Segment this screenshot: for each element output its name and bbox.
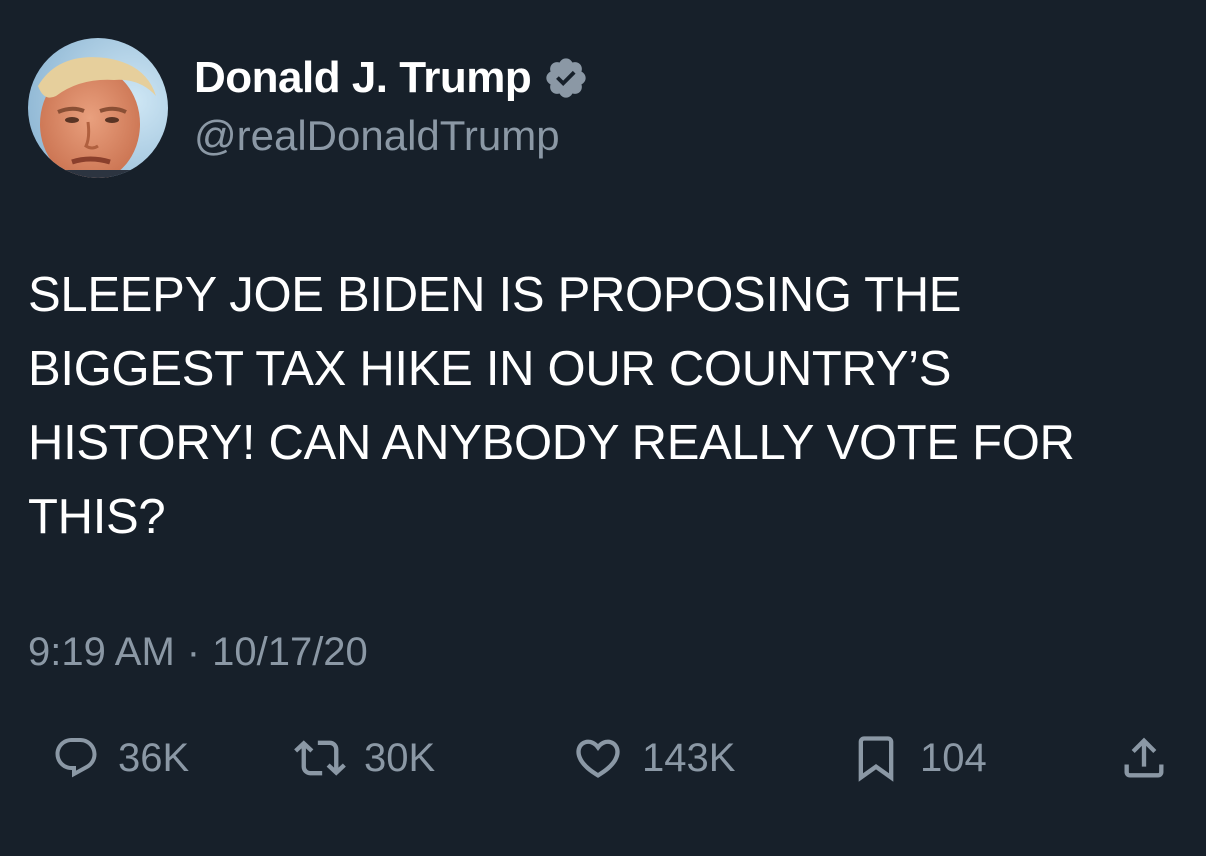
- tweet-timestamp[interactable]: 9:19 AM · 10/17/20: [28, 630, 368, 675]
- tweet-text: SLEEPY JOE BIDEN IS PROPOSING THE BIGGES…: [28, 268, 1075, 544]
- tweet-action-bar: 36K 30K 143K 104: [0, 720, 1206, 796]
- retweet-button[interactable]: 30K: [294, 720, 435, 796]
- retweet-count: 30K: [364, 735, 436, 780]
- display-name[interactable]: Donald J. Trump: [194, 53, 532, 103]
- share-icon: [1118, 732, 1170, 784]
- author-row: Donald J. Trump: [194, 50, 589, 106]
- share-button[interactable]: [1118, 720, 1170, 796]
- meta-separator: ·: [186, 630, 201, 674]
- reply-count: 36K: [118, 735, 190, 780]
- like-button[interactable]: 143K: [572, 720, 735, 796]
- tweet-card: Donald J. Trump @realDonaldTrump SLEEPY …: [0, 0, 1206, 856]
- avatar[interactable]: [28, 38, 168, 178]
- bookmark-button[interactable]: 104: [850, 720, 987, 796]
- user-handle[interactable]: @realDonaldTrump: [194, 112, 560, 160]
- like-count: 143K: [642, 735, 736, 780]
- reply-button[interactable]: 36K: [52, 720, 189, 796]
- tweet-time: 9:19 AM: [28, 630, 175, 674]
- reply-icon: [52, 734, 100, 782]
- verified-badge-icon: [543, 55, 589, 101]
- retweet-icon: [294, 732, 346, 784]
- heart-icon: [572, 732, 624, 784]
- tweet-date: 10/17/20: [212, 630, 368, 674]
- bookmark-icon: [850, 732, 902, 784]
- bookmark-count: 104: [920, 735, 987, 780]
